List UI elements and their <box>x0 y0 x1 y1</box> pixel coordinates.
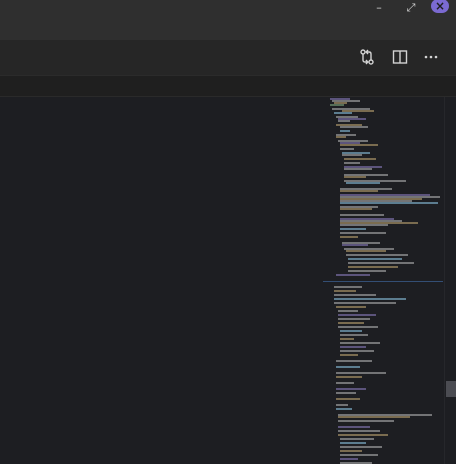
compare-changes-icon <box>360 49 374 65</box>
scrollbar-thumb[interactable] <box>446 381 456 397</box>
minimize-button[interactable]: – <box>364 0 394 14</box>
editor-toolbar <box>0 40 456 76</box>
vertical-scrollbar[interactable] <box>444 97 456 464</box>
restore-icon: ⤢ <box>406 0 416 14</box>
minimize-icon: – <box>376 0 382 14</box>
more-actions-button[interactable] <box>422 48 440 66</box>
split-editor-button[interactable] <box>391 48 409 66</box>
restore-button[interactable]: ⤢ <box>396 0 426 14</box>
close-button[interactable]: × <box>431 0 449 13</box>
breadcrumb-bar <box>0 76 456 97</box>
close-icon: × <box>434 0 446 13</box>
title-bar: – ⤢ × <box>0 0 456 41</box>
editor-area[interactable] <box>0 97 456 464</box>
app-window: – ⤢ × <box>0 0 456 464</box>
split-editor-icon <box>392 50 408 64</box>
more-actions-icon <box>424 55 438 59</box>
compare-changes-button[interactable] <box>358 48 376 66</box>
minimap-current-line <box>323 281 443 282</box>
